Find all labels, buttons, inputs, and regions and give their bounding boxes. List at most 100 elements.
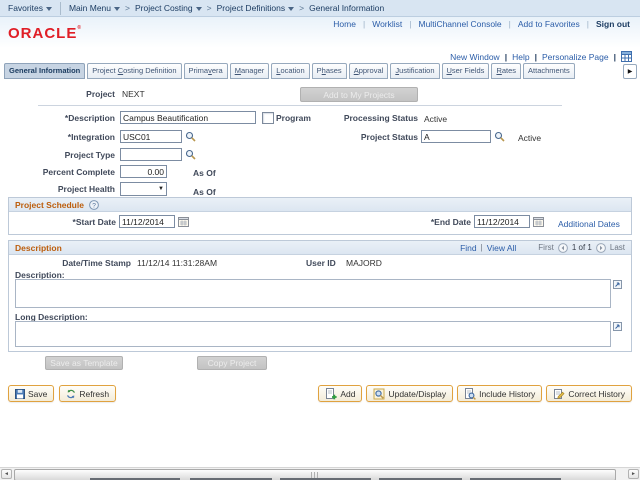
program-checkbox[interactable] (262, 112, 274, 124)
chevron-down-icon (114, 6, 121, 11)
tab-attachments[interactable]: Attachments (523, 63, 575, 79)
include-history-icon (464, 387, 476, 400)
breadcrumb-separator: > (299, 3, 305, 13)
help-link[interactable]: Help (512, 52, 529, 62)
help-icon[interactable]: ? (89, 199, 99, 210)
project-status-text: Active (518, 133, 542, 143)
add-to-favorites-link[interactable]: Add to Favorites (518, 19, 580, 29)
view-all-link[interactable]: View All (487, 243, 517, 253)
refresh-icon (66, 389, 76, 399)
description-section-title: Description (15, 242, 62, 253)
tab-approval[interactable]: Approval (348, 63, 389, 79)
end-date-label: *End Date (430, 217, 471, 227)
tab-scroll-right-icon[interactable]: ▶ (623, 64, 637, 79)
save-as-template-button[interactable]: Save as Template (45, 356, 123, 370)
scroll-left-icon[interactable]: ◄ (1, 469, 12, 479)
svg-text:?: ? (92, 202, 96, 209)
separator: | (480, 243, 483, 252)
update-display-button[interactable]: Update/Display (366, 385, 454, 402)
breadcrumb-item-project-costing[interactable]: Project Costing (135, 3, 202, 13)
sign-out-link[interactable]: Sign out (596, 19, 630, 29)
tab-phases[interactable]: Phases (311, 63, 347, 79)
user-id-value: MAJORD (346, 258, 382, 268)
tab-user-fields[interactable]: User Fields (441, 63, 490, 79)
separator: | (504, 51, 508, 62)
breadcrumb-favorites[interactable]: Favorites (8, 3, 52, 13)
add-button[interactable]: Add (318, 385, 363, 402)
first-label: First (538, 243, 554, 252)
as-of-label: As Of (193, 168, 216, 178)
home-link[interactable]: Home (333, 19, 356, 29)
integration-lookup-icon[interactable] (185, 131, 196, 142)
expand-long-description-icon[interactable] (613, 322, 622, 331)
tab-project-costing-definition[interactable]: Project Costing Definition (87, 63, 182, 79)
save-button[interactable]: Save (8, 385, 55, 402)
worklist-link[interactable]: Worklist (372, 19, 402, 29)
divider (59, 1, 61, 15)
start-date-calendar-icon[interactable] (178, 216, 189, 227)
oracle-logo: ORACLE® (8, 25, 83, 42)
last-label: Last (609, 243, 625, 252)
breadcrumb-item-project-definitions[interactable]: Project Definitions (217, 3, 295, 13)
percent-complete-input[interactable] (120, 165, 167, 178)
find-link[interactable]: Find (460, 243, 477, 253)
breadcrumb-item-general-information[interactable]: General Information (309, 3, 384, 13)
chevron-down-icon (45, 6, 52, 11)
user-id-label: User ID (306, 258, 336, 268)
separator: | (613, 51, 616, 62)
personalize-grid-icon[interactable] (621, 51, 632, 62)
chevron-down-icon (195, 6, 202, 11)
include-history-button[interactable]: Include History (457, 385, 543, 402)
breadcrumb-item-main-menu[interactable]: Main Menu (69, 3, 121, 13)
description-textarea[interactable] (15, 279, 611, 308)
project-status-input[interactable] (421, 130, 491, 143)
datetime-stamp-label: Date/Time Stamp (62, 258, 131, 268)
next-row-icon[interactable] (595, 242, 606, 253)
tab-justification[interactable]: Justification (390, 63, 440, 79)
tab-primavera[interactable]: Primavera (183, 63, 228, 79)
utility-links: New Window | Help | Personalize Page | (450, 51, 632, 62)
correct-history-button[interactable]: Correct History (546, 385, 632, 402)
copy-project-button[interactable]: Copy Project (197, 356, 267, 370)
end-date-calendar-icon[interactable] (533, 216, 544, 227)
project-value: NEXT (122, 89, 145, 99)
breadcrumb-separator: > (206, 3, 212, 13)
project-status-lookup-icon[interactable] (494, 131, 505, 142)
project-schedule-header: Project Schedule ? (9, 198, 631, 212)
tab-general-information[interactable]: General Information (4, 63, 86, 79)
description-label: *Description (64, 113, 115, 123)
scroll-right-icon[interactable]: ► (628, 469, 639, 479)
tab-rates[interactable]: Rates (491, 63, 522, 79)
integration-input[interactable] (120, 130, 182, 143)
end-date-input[interactable] (474, 215, 530, 228)
processing-status-label: Processing Status (343, 113, 418, 123)
description-input[interactable] (120, 111, 256, 124)
refresh-button[interactable]: Refresh (59, 385, 117, 402)
separator: | (362, 19, 366, 29)
select-arrow-icon: ▼ (158, 186, 164, 192)
start-date-input[interactable] (119, 215, 175, 228)
long-description-textarea[interactable] (15, 321, 611, 347)
tab-location[interactable]: Location (271, 63, 310, 79)
project-type-lookup-icon[interactable] (185, 149, 196, 160)
start-date-label: *Start Date (72, 217, 116, 227)
multichannel-console-link[interactable]: MultiChannel Console (419, 19, 502, 29)
expand-description-icon[interactable] (613, 280, 622, 289)
toolbar-right: Add Update/Display Include History Corre… (318, 385, 632, 402)
tab-manager[interactable]: Manager (229, 63, 270, 79)
breadcrumb: Main Menu > Project Costing > Project Defini… (69, 3, 384, 13)
percent-complete-label: Percent Complete (42, 167, 115, 177)
personalize-page-link[interactable]: Personalize Page (542, 52, 609, 62)
project-type-input[interactable] (120, 148, 182, 161)
separator: | (534, 51, 537, 62)
correct-history-icon (553, 388, 565, 400)
divider (38, 105, 562, 106)
project-health-select[interactable]: ▼ (120, 182, 167, 196)
toolbar-left: Save Refresh (8, 385, 117, 402)
tab-bar: General Information Project Costing Defin… (4, 63, 575, 80)
previous-row-icon[interactable] (557, 242, 568, 253)
additional-dates-link[interactable]: Additional Dates (558, 219, 620, 229)
new-window-link[interactable]: New Window (450, 52, 500, 62)
breadcrumb-bar: Favorites Main Menu > Project Costing > Proj… (0, 0, 640, 17)
add-to-my-projects-button[interactable]: Add to My Projects (300, 87, 418, 102)
